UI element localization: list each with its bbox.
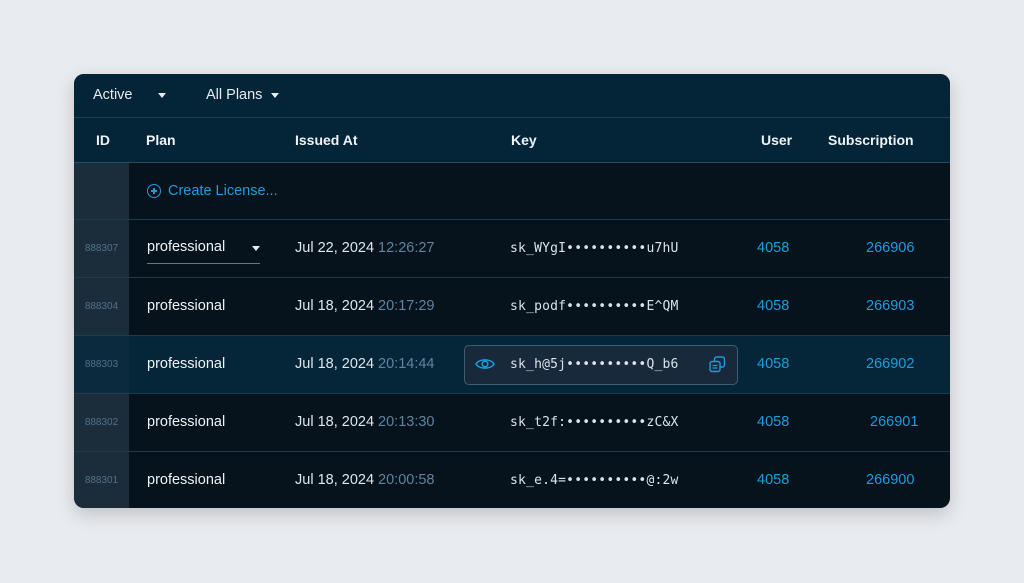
- issued-at: Jul 18, 2024 20:17:29: [295, 298, 435, 314]
- issued-time: 12:26:27: [378, 240, 435, 256]
- plans-filter-label: All Plans: [206, 87, 263, 103]
- table-row[interactable]: 888301 professional Jul 18, 2024 20:00:5…: [74, 451, 950, 508]
- license-id: 888307: [84, 243, 119, 254]
- table-row[interactable]: 888302 professional Jul 18, 2024 20:13:3…: [74, 393, 950, 451]
- column-header-id[interactable]: ID: [96, 132, 110, 148]
- column-header-key[interactable]: Key: [511, 132, 537, 148]
- plus-circle-icon: [147, 184, 161, 198]
- table-row[interactable]: 888307 professional Jul 22, 2024 12:26:2…: [74, 219, 950, 277]
- user-link[interactable]: 4058: [757, 414, 789, 430]
- create-license-button[interactable]: Create License...: [147, 183, 278, 199]
- license-key: sk_t2f:••••••••••zC&X: [510, 415, 679, 430]
- user-link[interactable]: 4058: [757, 240, 789, 256]
- issued-time: 20:00:58: [378, 472, 435, 488]
- column-header-issued-at[interactable]: Issued At: [295, 132, 358, 148]
- issued-time: 20:17:29: [378, 298, 435, 314]
- license-key: sk_e.4=••••••••••@:2w: [510, 473, 679, 488]
- license-key: sk_WYgI••••••••••u7hU: [510, 241, 679, 256]
- issued-at: Jul 18, 2024 20:14:44: [295, 356, 435, 372]
- eye-icon[interactable]: [475, 357, 495, 371]
- chevron-down-icon: [157, 92, 166, 98]
- issued-date: Jul 18, 2024: [295, 472, 375, 488]
- issued-date: Jul 18, 2024: [295, 356, 375, 372]
- plan-name: professional: [147, 472, 226, 488]
- issued-date: Jul 18, 2024: [295, 298, 375, 314]
- plan-select-value: professional: [147, 239, 226, 255]
- plan-select-dropdown[interactable]: professional: [147, 239, 260, 264]
- status-filter-dropdown[interactable]: Active: [93, 87, 166, 103]
- license-id: 888303: [74, 336, 129, 393]
- issued-date: Jul 18, 2024: [295, 414, 375, 430]
- table-row-selected[interactable]: 888303 professional Jul 18, 2024 20:14:4…: [74, 335, 950, 393]
- license-id: 888304: [84, 301, 119, 312]
- licenses-table-card: Active All Plans ID Plan Issued At Key U…: [74, 74, 950, 508]
- subscription-link[interactable]: 266906: [866, 240, 914, 256]
- issued-at: Jul 22, 2024 12:26:27: [295, 240, 435, 256]
- subscription-link[interactable]: 266901: [870, 414, 918, 430]
- license-key: sk_h@5j••••••••••Q_b6: [510, 357, 679, 372]
- subscription-link[interactable]: 266902: [866, 356, 914, 372]
- status-filter-label: Active: [93, 87, 133, 103]
- subscription-link[interactable]: 266903: [866, 298, 914, 314]
- column-header-user[interactable]: User: [761, 132, 792, 148]
- plan-name: professional: [147, 356, 226, 372]
- license-id: 888301: [84, 475, 119, 486]
- table-header: ID Plan Issued At Key User Subscription: [74, 118, 950, 163]
- plans-filter-dropdown[interactable]: All Plans: [206, 87, 280, 103]
- user-link[interactable]: 4058: [757, 298, 789, 314]
- user-link[interactable]: 4058: [757, 356, 789, 372]
- copy-icon[interactable]: [709, 356, 726, 373]
- create-license-row: Create License...: [74, 163, 950, 220]
- table-row[interactable]: 888304 professional Jul 18, 2024 20:17:2…: [74, 277, 950, 335]
- subscription-link[interactable]: 266900: [866, 472, 914, 488]
- license-key: sk_podf••••••••••E^QM: [510, 299, 679, 314]
- chevron-down-icon: [252, 246, 260, 251]
- filter-toolbar: Active All Plans: [74, 74, 950, 118]
- plan-name: professional: [147, 298, 226, 314]
- issued-time: 20:13:30: [378, 414, 435, 430]
- create-license-label: Create License...: [168, 183, 278, 199]
- issued-time: 20:14:44: [378, 356, 435, 372]
- column-header-subscription[interactable]: Subscription: [828, 132, 914, 148]
- plan-name: professional: [147, 414, 226, 430]
- issued-date: Jul 22, 2024: [295, 240, 375, 256]
- issued-at: Jul 18, 2024 20:00:58: [295, 472, 435, 488]
- column-header-plan[interactable]: Plan: [146, 132, 176, 148]
- chevron-down-icon: [271, 92, 280, 98]
- license-key-field: sk_h@5j••••••••••Q_b6: [464, 345, 738, 385]
- license-id: 888302: [84, 417, 119, 428]
- user-link[interactable]: 4058: [757, 472, 789, 488]
- issued-at: Jul 18, 2024 20:13:30: [295, 414, 435, 430]
